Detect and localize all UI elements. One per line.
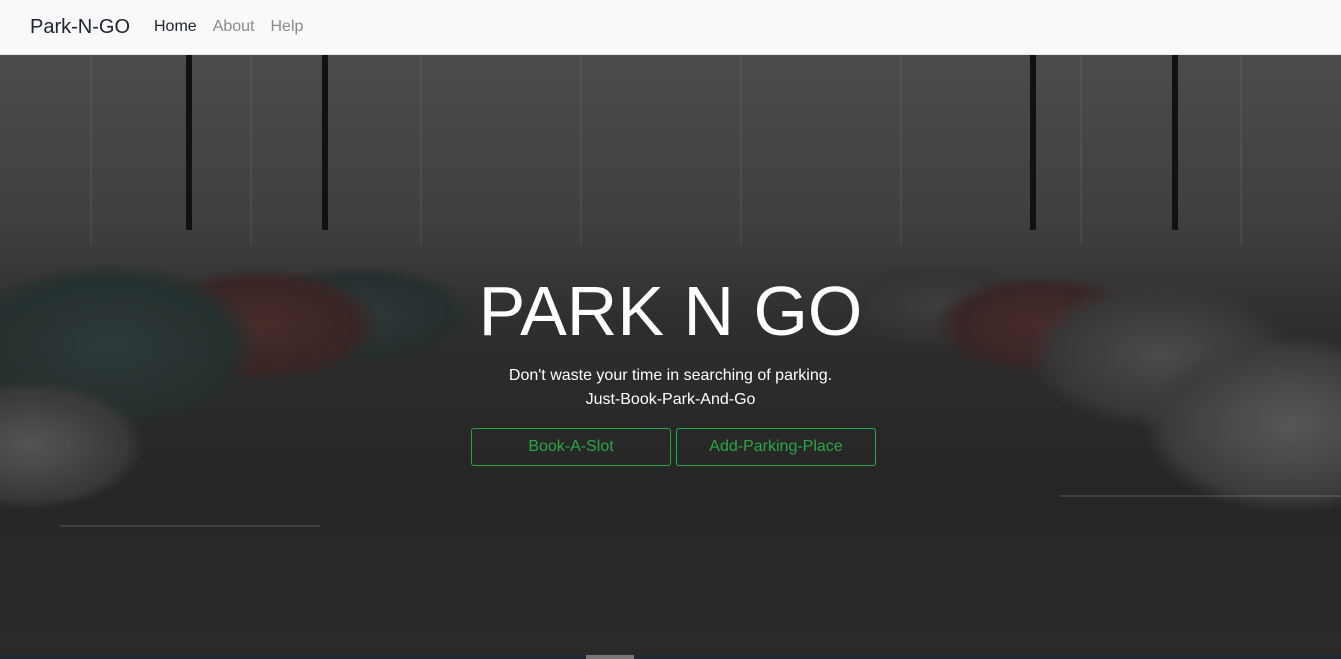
nav-link-home[interactable]: Home	[154, 18, 197, 36]
hero-subtitle: Don't waste your time in searching of pa…	[508, 367, 833, 384]
book-slot-button[interactable]: Book-A-Slot	[471, 428, 671, 466]
hero-tagline: Just-Book-Park-And-Go	[585, 391, 756, 408]
bottom-strip	[0, 655, 1341, 659]
nav-link-about[interactable]: About	[213, 18, 255, 36]
hero-content: PARK N GO Don't waste your time in searc…	[0, 55, 1341, 659]
nav-link-help[interactable]: Help	[271, 18, 304, 36]
navbar: Park-N-GO Home About Help	[0, 0, 1341, 55]
add-parking-place-button[interactable]: Add-Parking-Place	[676, 428, 876, 466]
scroll-indicator[interactable]	[586, 655, 634, 659]
hero-section: PARK N GO Don't waste your time in searc…	[0, 55, 1341, 659]
hero-title: PARK N GO	[478, 272, 863, 350]
brand-logo[interactable]: Park-N-GO	[30, 16, 130, 39]
